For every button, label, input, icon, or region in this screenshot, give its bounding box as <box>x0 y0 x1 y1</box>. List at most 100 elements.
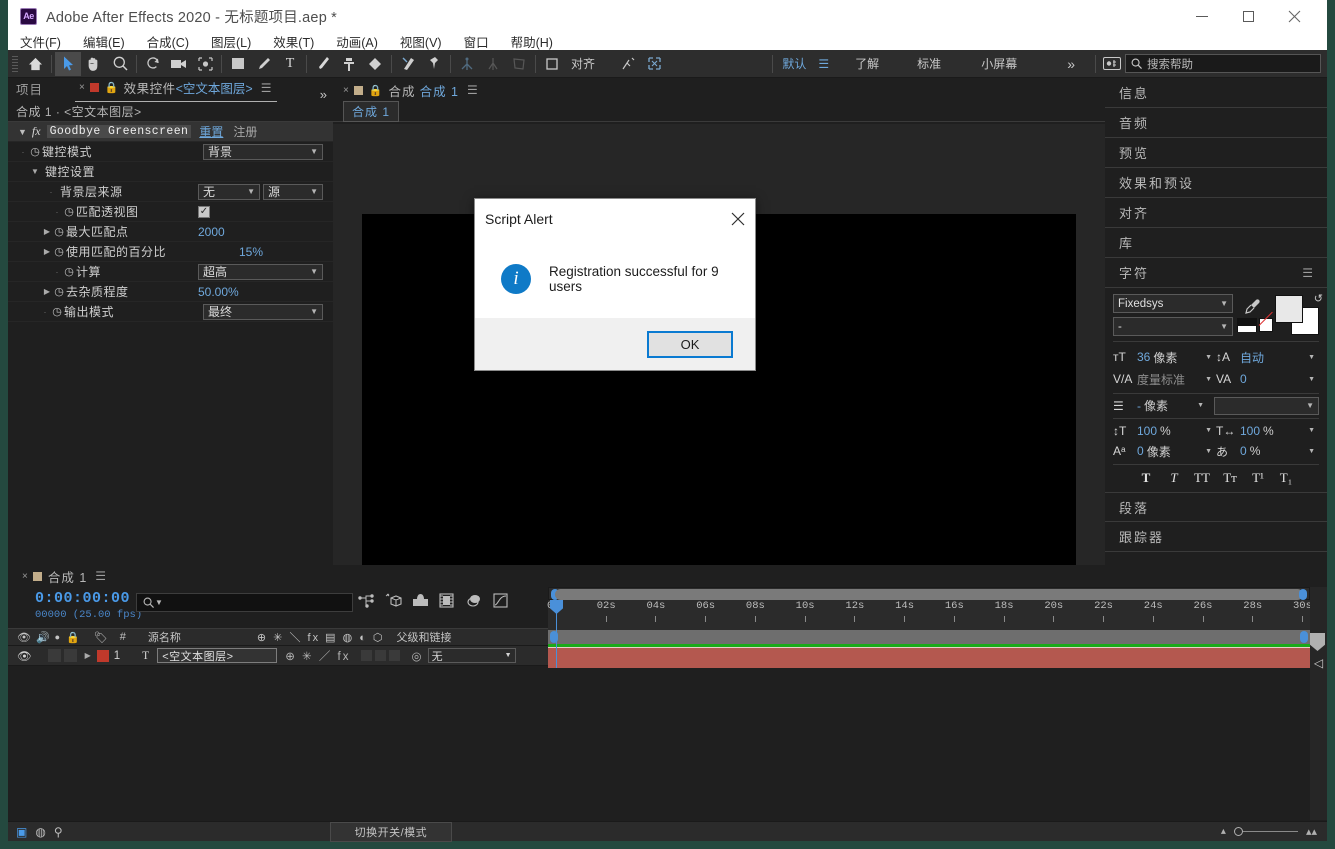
timeline-horizontal-scrollbar[interactable] <box>548 587 1310 600</box>
frame-blending-icon[interactable] <box>439 593 466 608</box>
select-all-icon[interactable] <box>641 52 667 76</box>
tab-effect-controls[interactable]: × 🔒 效果控件 <空文本图层> ☰ <box>75 75 278 102</box>
chevron-down-icon[interactable]: ▼ <box>1308 448 1319 455</box>
small-caps-button[interactable]: Tᴛ <box>1216 470 1244 486</box>
menu-layer[interactable]: 图层(L) <box>211 32 251 51</box>
stopwatch-icon[interactable]: ◷ <box>52 245 66 258</box>
zoom-in-icon[interactable]: ▴▴ <box>1306 825 1317 838</box>
timeline-marker-handle[interactable] <box>1310 633 1325 651</box>
chevron-down-icon[interactable]: ▼ <box>1205 427 1216 434</box>
layer-solo-toggle[interactable] <box>63 649 77 662</box>
leading-field[interactable]: ↕A 自动 ▼ <box>1216 349 1319 366</box>
layer-switch-box-3[interactable] <box>388 650 400 661</box>
swap-colors-icon[interactable]: ↺ <box>1314 292 1323 305</box>
snapping-icon[interactable] <box>615 52 641 76</box>
font-style-select[interactable]: - ▼ <box>1113 317 1233 336</box>
tab-close-icon[interactable]: × <box>343 85 349 96</box>
output-mode-select[interactable]: 最终 ▼ <box>203 303 323 320</box>
panel-menu-icon[interactable]: ☰ <box>95 569 106 583</box>
stopwatch-icon[interactable]: ◷ <box>50 305 64 318</box>
eraser-tool-icon[interactable] <box>362 52 388 76</box>
graph-editor-icon[interactable] <box>493 593 520 608</box>
effect-reset-link[interactable]: 重置 <box>199 123 223 140</box>
group-twirl-icon[interactable]: ▼ <box>30 167 40 176</box>
chevron-down-icon[interactable]: ▼ <box>1197 402 1208 409</box>
property-row-match-percent[interactable]: ▶ ◷ 使用匹配的百分比 15% <box>8 242 333 262</box>
layer-name-input[interactable]: <空文本图层> <box>157 648 278 663</box>
workspace-overflow-icon[interactable]: » <box>1061 56 1081 72</box>
kerning-field[interactable]: V/A 度量标准 ▼ <box>1113 371 1216 388</box>
menu-edit[interactable]: 编辑(E) <box>83 32 125 51</box>
layer-audio-waveform-icon[interactable]: ◁ <box>1310 656 1327 670</box>
font-family-select[interactable]: Fixedsys ▼ <box>1113 294 1233 313</box>
draft-3d-icon[interactable] <box>385 593 412 608</box>
eye-icon[interactable]: 👁 <box>17 631 31 644</box>
chevron-down-icon[interactable]: ▼ <box>1205 376 1216 383</box>
chevron-down-icon[interactable]: ▼ <box>1308 376 1319 383</box>
solo-icon[interactable]: ● <box>55 632 60 642</box>
vertical-scale-field[interactable]: ↕T 100 % ▼ <box>1113 424 1216 438</box>
panel-paragraph[interactable]: 段落 <box>1105 492 1327 522</box>
default-colors-icon[interactable] <box>1237 317 1257 332</box>
panel-overflow-icon[interactable]: » <box>320 87 333 102</box>
align-toggle-icon[interactable] <box>539 52 565 76</box>
horizontal-scale-field[interactable]: T↔ 100 % ▼ <box>1216 424 1319 438</box>
subscript-button[interactable]: T₁ <box>1272 470 1300 486</box>
keying-mode-select[interactable]: 背景 ▼ <box>203 143 323 160</box>
ok-button[interactable]: OK <box>647 330 733 358</box>
column-parent-link[interactable]: 父级和链接 <box>397 629 452 645</box>
column-source-name[interactable]: 源名称 <box>148 629 181 645</box>
no-fill-icon[interactable] <box>1259 317 1273 332</box>
layer-twirl-icon[interactable]: ▶ <box>85 651 91 660</box>
property-row-match-perspective[interactable]: · ◷ 匹配透视图 ✓ <box>8 202 333 222</box>
brush-tool-icon[interactable] <box>310 52 336 76</box>
maximize-button[interactable] <box>1225 0 1271 32</box>
menu-file[interactable]: 文件(F) <box>20 32 61 51</box>
chevron-down-icon[interactable]: ▼ <box>1205 448 1216 455</box>
timeline-work-area[interactable] <box>548 630 1310 644</box>
motion-blur-icon[interactable] <box>466 594 493 608</box>
menu-help[interactable]: 帮助(H) <box>511 32 553 51</box>
panel-tracker[interactable]: 跟踪器 <box>1105 522 1327 552</box>
property-row-keying-mode[interactable]: · ◷ 键控模式 背景 ▼ <box>8 142 333 162</box>
layer-switch-box-1[interactable] <box>360 650 372 661</box>
parent-pickwhip-icon[interactable]: ◎ <box>412 649 422 663</box>
layer-audio-toggle[interactable] <box>47 649 61 662</box>
chevron-down-icon[interactable]: ▼ <box>1308 354 1319 361</box>
layer-switch-box-2[interactable] <box>374 650 386 661</box>
effect-about-link[interactable]: 注册 <box>233 123 257 140</box>
property-row-bg-source[interactable]: · 背景层来源 无 ▼ 源 ▼ <box>8 182 333 202</box>
rotation-tool-icon[interactable] <box>140 52 166 76</box>
calculation-select[interactable]: 超高 ▼ <box>198 263 323 280</box>
puppet-pin-tool-icon[interactable] <box>421 52 447 76</box>
max-match-points-value[interactable]: 2000 <box>198 225 323 239</box>
lock-icon[interactable]: 🔒 <box>369 84 383 97</box>
roto-brush-tool-icon[interactable] <box>395 52 421 76</box>
stopwatch-icon[interactable]: ◷ <box>62 265 76 278</box>
property-row-despill[interactable]: ▶ ◷ 去杂质程度 50.00% <box>8 282 333 302</box>
property-row-max-match-points[interactable]: ▶ ◷ 最大匹配点 2000 <box>8 222 333 242</box>
panel-audio[interactable]: 音频 <box>1105 108 1327 138</box>
timeline-zoom-control[interactable]: ▴ ▴▴ <box>1221 825 1327 838</box>
row-twirl-icon[interactable]: ▶ <box>42 287 52 296</box>
timeline-current-time[interactable]: 0:00:00:00 <box>35 590 130 607</box>
panel-character-header[interactable]: 字符 ☰ <box>1105 258 1327 288</box>
panel-menu-icon[interactable]: ☰ <box>1302 266 1315 280</box>
match-perspective-checkbox[interactable]: ✓ <box>198 205 210 218</box>
column-index[interactable]: # <box>120 631 126 643</box>
font-size-field[interactable]: ᴛT 36 像素 ▼ <box>1113 349 1216 366</box>
chevron-down-icon[interactable]: ▼ <box>1205 354 1216 361</box>
layer-duration-bar[interactable] <box>548 647 1310 668</box>
dialog-close-button[interactable] <box>721 204 755 234</box>
lock-icon[interactable]: 🔒 <box>66 631 80 644</box>
stopwatch-icon[interactable]: ◷ <box>52 285 66 298</box>
timeline-layer-area[interactable] <box>8 666 548 800</box>
timeline-tab-name[interactable]: 合成 1 <box>48 567 87 586</box>
close-button[interactable] <box>1271 0 1317 32</box>
clone-stamp-tool-icon[interactable] <box>336 52 362 76</box>
workspace-menu-icon[interactable]: ☰ <box>812 57 835 71</box>
panel-effects-presets[interactable]: 效果和预设 <box>1105 168 1327 198</box>
workspace-small-screen[interactable]: 小屏幕 <box>975 55 1023 72</box>
label-icon[interactable]: 🏷 <box>94 631 108 644</box>
panel-menu-icon[interactable]: ☰ <box>467 83 478 97</box>
